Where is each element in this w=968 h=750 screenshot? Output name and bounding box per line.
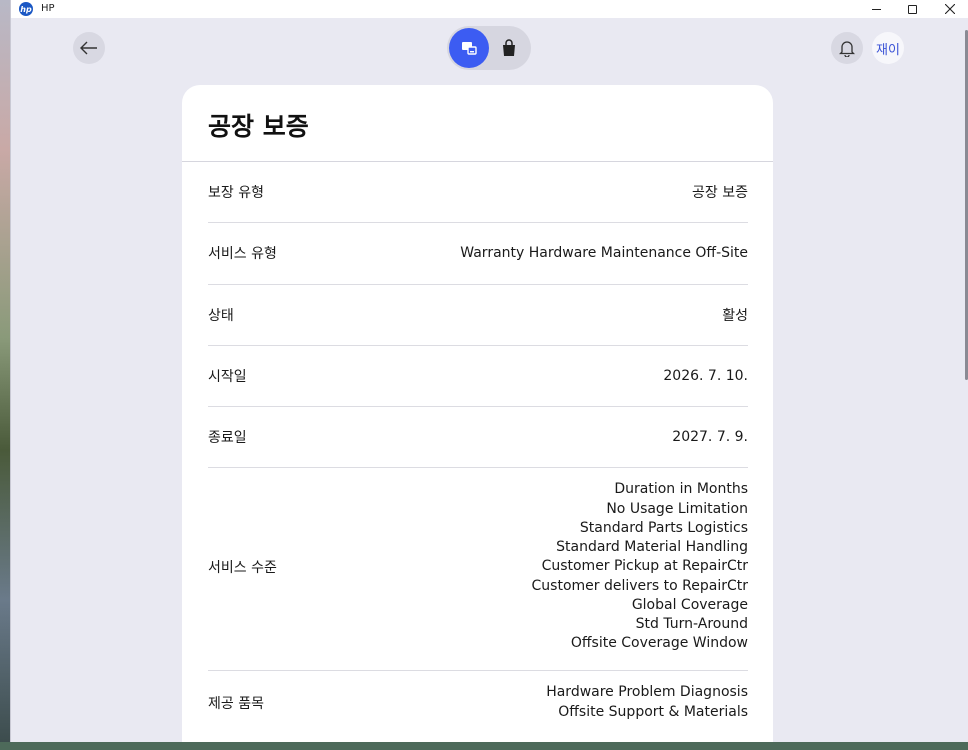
maximize-icon bbox=[907, 4, 917, 14]
bell-icon bbox=[839, 41, 855, 57]
close-button[interactable] bbox=[932, 0, 968, 18]
row-value: Warranty Hardware Maintenance Off-Site bbox=[460, 245, 748, 262]
service-level-values: Duration in Months No Usage Limitation S… bbox=[532, 480, 748, 653]
notifications-button[interactable] bbox=[831, 32, 863, 64]
top-navigation: 재이 bbox=[11, 18, 968, 78]
list-item: Customer delivers to RepairCtr bbox=[531, 577, 748, 594]
list-item: Global Coverage bbox=[631, 596, 748, 613]
row-value: 공장 보증 bbox=[692, 185, 748, 202]
close-icon bbox=[945, 4, 955, 14]
list-item: Standard Material Handling bbox=[556, 539, 748, 556]
row-label: 서비스 유형 bbox=[208, 246, 277, 263]
list-item: Offsite Coverage Window bbox=[570, 635, 748, 652]
back-button[interactable] bbox=[73, 32, 105, 64]
detail-row-deliverables: 제공 품목 Hardware Problem Diagnosis Offsite… bbox=[208, 671, 748, 738]
minimize-button[interactable] bbox=[858, 0, 894, 18]
list-item: Customer Pickup at RepairCtr bbox=[541, 558, 748, 575]
list-item: Standard Parts Logistics bbox=[579, 519, 748, 536]
list-item: No Usage Limitation bbox=[606, 500, 748, 517]
row-value: 활성 bbox=[722, 307, 748, 324]
hp-logo-icon: hp bbox=[19, 2, 33, 16]
deliverables-values: Hardware Problem Diagnosis Offsite Suppo… bbox=[546, 683, 748, 721]
back-arrow-icon bbox=[80, 41, 97, 55]
detail-row-start-date: 시작일 2026. 7. 10. bbox=[208, 346, 748, 408]
row-label: 보장 유형 bbox=[208, 185, 264, 202]
tab-devices[interactable] bbox=[449, 28, 489, 68]
user-avatar[interactable]: 재이 bbox=[872, 32, 904, 64]
monitor-printer-icon bbox=[462, 42, 477, 55]
row-value: 2026. 7. 10. bbox=[663, 368, 748, 385]
row-label: 상태 bbox=[208, 307, 234, 324]
warranty-card: 공장 보증 보장 유형 공장 보증 서비스 유형 Warranty Hardwa… bbox=[182, 85, 773, 750]
list-item: Offsite Support & Materials bbox=[558, 703, 748, 720]
row-label: 종료일 bbox=[208, 430, 247, 447]
list-item: Duration in Months bbox=[614, 481, 748, 498]
minimize-icon bbox=[871, 8, 881, 10]
detail-row-coverage-type: 보장 유형 공장 보증 bbox=[208, 162, 748, 224]
view-switcher bbox=[447, 26, 531, 70]
row-label: 서비스 수준 bbox=[208, 559, 277, 576]
page-title: 공장 보증 bbox=[182, 85, 773, 162]
tab-shop[interactable] bbox=[489, 28, 529, 68]
row-value: 2027. 7. 9. bbox=[672, 429, 748, 446]
row-label: 제공 품목 bbox=[208, 695, 264, 712]
app-title: HP bbox=[41, 3, 55, 14]
list-item: Hardware Problem Diagnosis bbox=[546, 684, 748, 701]
detail-row-end-date: 종료일 2027. 7. 9. bbox=[208, 407, 748, 469]
detail-row-service-level: 서비스 수준 Duration in Months No Usage Limit… bbox=[208, 468, 748, 672]
warranty-details: 보장 유형 공장 보증 서비스 유형 Warranty Hardware Mai… bbox=[182, 162, 773, 739]
title-bar: hp HP bbox=[11, 0, 968, 18]
list-item: Std Turn-Around bbox=[635, 615, 748, 632]
shopping-bag-icon bbox=[503, 39, 515, 56]
detail-row-service-type: 서비스 유형 Warranty Hardware Maintenance Off… bbox=[208, 223, 748, 285]
taskbar-edge bbox=[0, 742, 968, 750]
maximize-button[interactable] bbox=[894, 0, 930, 18]
row-label: 시작일 bbox=[208, 369, 247, 386]
detail-row-status: 상태 활성 bbox=[208, 285, 748, 346]
